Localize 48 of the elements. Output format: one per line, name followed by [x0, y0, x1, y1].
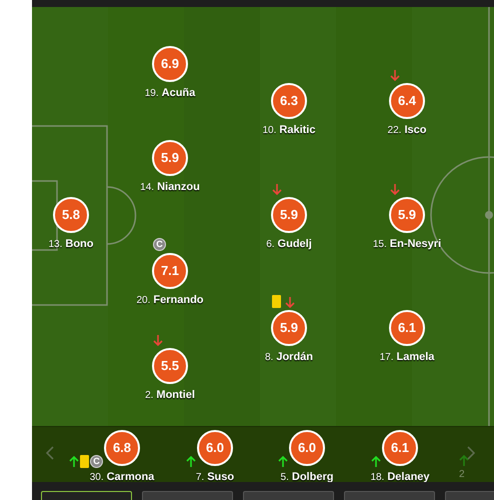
player-name: Nianzou — [157, 180, 200, 195]
player-name: Rakitic — [279, 123, 316, 138]
shirt-number: 2 — [459, 468, 465, 482]
player-name: Jordán — [276, 350, 314, 365]
rating-badge: 6.4 — [389, 83, 425, 119]
rating-badge: 6.0 — [197, 430, 233, 466]
player-name: Suso — [207, 470, 234, 482]
shirt-number: 8. — [264, 351, 274, 365]
rating-badge: 6.1 — [389, 310, 425, 346]
shirt-number: 13. — [48, 238, 62, 252]
rating-badge: 5.8 — [53, 197, 89, 233]
shirt-number: 22. — [388, 124, 402, 138]
shirt-number: 19. — [144, 87, 159, 101]
shirt-number: 14. — [140, 181, 154, 195]
rating-badge: 5.9 — [389, 197, 425, 233]
rating-badge: 5.5 — [152, 348, 188, 384]
rating-badge: 5.9 — [271, 310, 307, 346]
player-name: Fernando — [153, 293, 204, 308]
rating-badge: 7.1 — [152, 253, 188, 289]
player-name: Bono — [65, 237, 94, 252]
player-name: Dolberg — [292, 470, 334, 482]
shirt-number: 2. — [145, 389, 154, 403]
shirt-number: 10. — [262, 124, 276, 138]
captain-badge: C — [90, 455, 103, 468]
player-name: Delaney — [387, 470, 430, 482]
shirt-number: 17. — [380, 351, 394, 365]
player-name: Acuña — [162, 86, 196, 101]
shirt-number: 18. — [370, 471, 384, 482]
rating-badge: 6.1 — [382, 430, 418, 466]
player-name: Montiel — [156, 388, 195, 403]
player-name: Lamela — [396, 350, 434, 365]
shirt-number: 7. — [196, 471, 204, 482]
player-name: En-Nesyri — [390, 237, 442, 252]
shirt-number: 20. — [136, 294, 150, 308]
rating-badge: 6.3 — [271, 83, 307, 119]
rating-badge: 6.9 — [152, 46, 188, 82]
player-name: Isco — [404, 123, 426, 138]
rating-badge: 5.9 — [271, 197, 307, 233]
rating-badge: 6.8 — [104, 430, 140, 466]
player-name: Gudelj — [278, 237, 312, 252]
shirt-number: 30. — [90, 471, 104, 482]
player-name: Carmona — [106, 470, 154, 482]
rating-badge: 5.9 — [152, 140, 188, 176]
shirt-number: 5. — [280, 471, 289, 482]
rating-badge: 6.0 — [289, 430, 325, 466]
shirt-number: 6. — [266, 238, 275, 252]
captain-badge: C — [153, 238, 166, 251]
shirt-number: 15. — [372, 238, 387, 252]
